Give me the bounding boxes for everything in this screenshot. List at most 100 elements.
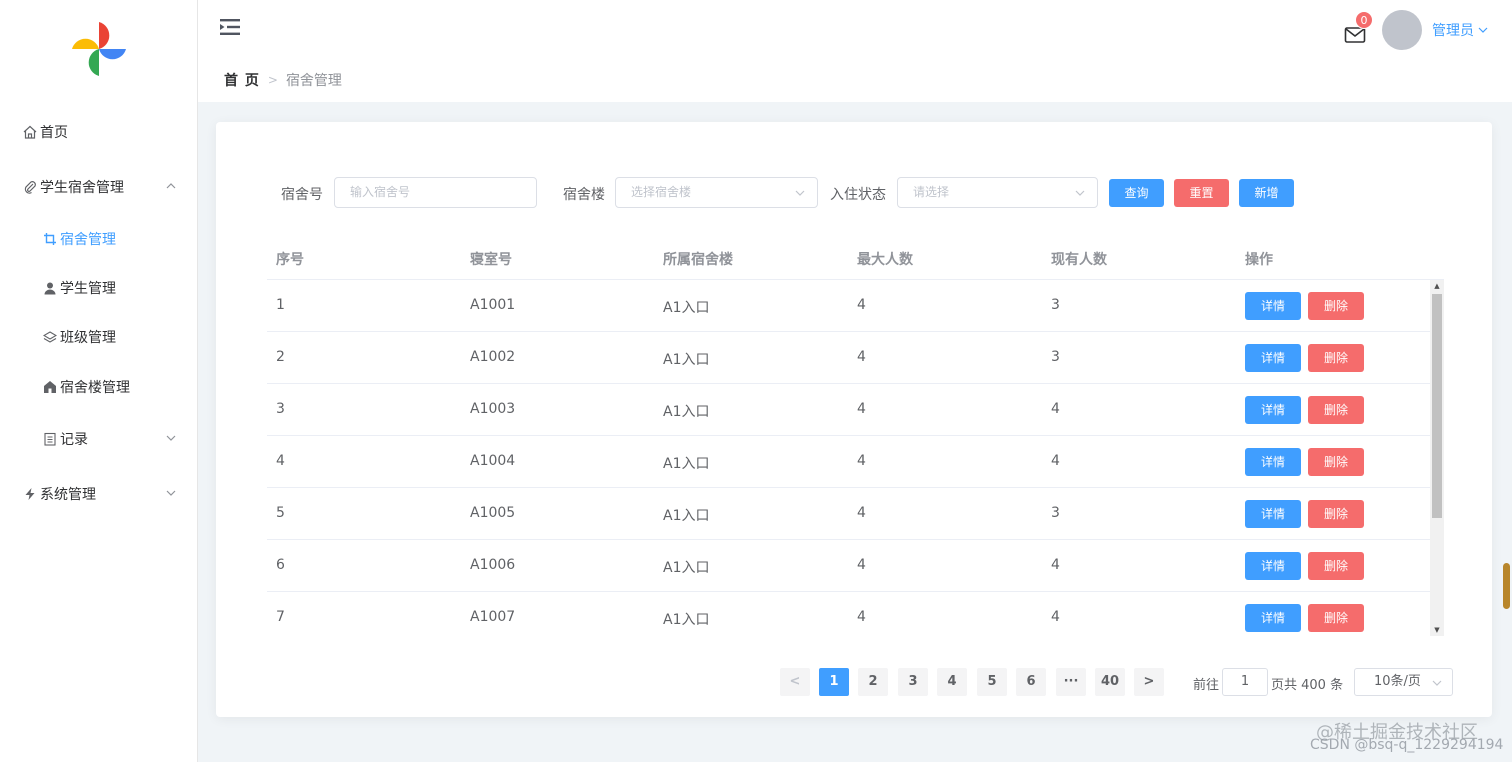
room-input[interactable]: 输入宿舍号 <box>334 177 537 208</box>
detail-button[interactable]: 详情 <box>1245 448 1301 476</box>
query-button[interactable]: 查询 <box>1109 179 1164 207</box>
table-cell: 4 <box>276 453 285 469</box>
goto-page-input[interactable]: 1 <box>1222 668 1268 696</box>
table-row: 3 A1003 A1入口 4 4 详情 删除 <box>267 384 1430 436</box>
delete-button[interactable]: 删除 <box>1308 396 1364 424</box>
column-header: 所属宿舍楼 <box>663 252 733 268</box>
user-dropdown[interactable]: 管理员 <box>1432 20 1488 40</box>
page-button[interactable]: 40 <box>1095 668 1125 696</box>
chevron-down-icon <box>1075 190 1085 196</box>
scroll-down-arrow[interactable]: ▼ <box>1433 626 1441 634</box>
delete-button[interactable]: 删除 <box>1308 552 1364 580</box>
page-size-select[interactable]: 10条/页 <box>1354 668 1453 696</box>
sidebar-item-label: 记录 <box>60 432 88 448</box>
notebook-icon <box>42 431 58 447</box>
table-cell: 6 <box>276 557 285 573</box>
detail-button[interactable]: 详情 <box>1245 500 1301 528</box>
room-label: 宿舍号 <box>281 187 323 203</box>
status-placeholder: 请选择 <box>913 185 950 199</box>
room-placeholder: 输入宿舍号 <box>350 185 411 199</box>
sidebar-item-classes[interactable]: 班级管理 <box>0 317 198 357</box>
table-cell: A1入口 <box>663 560 710 576</box>
table-header: 序号 寝室号 所属宿舍楼 最大人数 现有人数 操作 <box>267 236 1444 280</box>
lightning-icon <box>22 486 38 502</box>
table-cell: 3 <box>276 401 285 417</box>
table-cell: 4 <box>1051 401 1060 417</box>
sidebar-item-label: 宿舍楼管理 <box>60 380 130 396</box>
home-icon <box>22 124 38 140</box>
table-scrollbar[interactable]: ▲ ▼ <box>1430 280 1444 636</box>
table-cell: 4 <box>857 297 866 313</box>
page-button[interactable]: 5 <box>977 668 1007 696</box>
status-select[interactable]: 请选择 <box>897 177 1098 208</box>
chevron-down-icon <box>166 490 176 496</box>
detail-button[interactable]: 详情 <box>1245 552 1301 580</box>
table-cell: A1入口 <box>663 404 710 420</box>
sidebar-item-home[interactable]: 首页 <box>0 112 198 152</box>
delete-button[interactable]: 删除 <box>1308 448 1364 476</box>
chevron-down-icon <box>795 190 805 196</box>
chevron-down-icon <box>1432 680 1442 686</box>
sidebar-item-system[interactable]: 系统管理 <box>0 474 198 514</box>
scrollbar-thumb[interactable] <box>1432 294 1442 518</box>
sidebar-item-label: 学生宿舍管理 <box>40 180 124 196</box>
pinwheel-logo <box>72 22 126 76</box>
sidebar-item-label: 宿舍管理 <box>60 232 116 248</box>
reset-button[interactable]: 重置 <box>1174 179 1229 207</box>
scroll-up-arrow[interactable]: ▲ <box>1433 282 1441 290</box>
page-size-value: 10条/页 <box>1374 674 1421 689</box>
table-cell: 4 <box>857 401 866 417</box>
sidebar-item-buildings[interactable]: 宿舍楼管理 <box>0 367 198 407</box>
table-cell: 4 <box>1051 557 1060 573</box>
chevron-down-icon <box>166 435 176 441</box>
goto-label: 前往 <box>1193 678 1220 693</box>
detail-button[interactable]: 详情 <box>1245 344 1301 372</box>
breadcrumb: 首 页 > 宿舍管理 <box>224 70 342 90</box>
table-body: 1 A1001 A1入口 4 3 详情 删除 2 A1002 A1入口 4 3 详情 删除 3 A1003 A1… <box>267 280 1430 636</box>
column-header: 操作 <box>1245 252 1273 268</box>
table-cell: A1005 <box>470 505 516 521</box>
sidebar: 首页 学生宿舍管理 宿舍管理 学生管理 班级管理 宿舍楼管理 记录 系统管理 <box>0 0 198 762</box>
sidebar-item-records[interactable]: 记录 <box>0 419 198 459</box>
page-button[interactable]: 4 <box>937 668 967 696</box>
table-cell: A1001 <box>470 297 516 313</box>
table-cell: A1003 <box>470 401 516 417</box>
sidebar-item-label: 班级管理 <box>60 330 116 346</box>
delete-button[interactable]: 删除 <box>1308 500 1364 528</box>
watermark: CSDN @bsq-q_1229294194 <box>1310 737 1504 753</box>
user-icon <box>42 280 58 296</box>
page-button[interactable]: 3 <box>898 668 928 696</box>
page-button[interactable]: 1 <box>819 668 849 696</box>
dorm-table: 序号 寝室号 所属宿舍楼 最大人数 现有人数 操作 1 A1001 A1入口 4 3 详情… <box>267 236 1444 636</box>
sidebar-item-students[interactable]: 学生管理 <box>0 268 198 308</box>
top-header: 首 页 > 宿舍管理 0 管理员 <box>198 0 1512 102</box>
delete-button[interactable]: 删除 <box>1308 292 1364 320</box>
sidebar-item-label: 学生管理 <box>60 281 116 297</box>
prev-page-button[interactable]: < <box>780 668 810 696</box>
status-label: 入住状态 <box>830 187 886 203</box>
total-count: 页共 400 条 <box>1271 678 1344 693</box>
more-pages-button[interactable]: ··· <box>1056 668 1086 696</box>
table-cell: 4 <box>1051 609 1060 625</box>
avatar[interactable] <box>1382 10 1422 50</box>
page-button[interactable]: 2 <box>858 668 888 696</box>
detail-button[interactable]: 详情 <box>1245 604 1301 632</box>
sidebar-item-dorm-group[interactable]: 学生宿舍管理 <box>0 167 198 207</box>
next-page-button[interactable]: > <box>1134 668 1164 696</box>
table-cell: 4 <box>857 609 866 625</box>
menu-fold-icon[interactable] <box>220 18 240 36</box>
page-button[interactable]: 6 <box>1016 668 1046 696</box>
delete-button[interactable]: 删除 <box>1308 344 1364 372</box>
breadcrumb-home[interactable]: 首 页 <box>224 70 260 90</box>
detail-button[interactable]: 详情 <box>1245 396 1301 424</box>
chevron-up-icon <box>166 183 176 189</box>
building-select[interactable]: 选择宿舍楼 <box>615 177 818 208</box>
add-button[interactable]: 新增 <box>1239 179 1294 207</box>
sidebar-item-dorm[interactable]: 宿舍管理 <box>0 219 198 259</box>
table-cell: 5 <box>276 505 285 521</box>
detail-button[interactable]: 详情 <box>1245 292 1301 320</box>
side-drawer-handle[interactable] <box>1503 563 1510 609</box>
delete-button[interactable]: 删除 <box>1308 604 1364 632</box>
building-placeholder: 选择宿舍楼 <box>631 185 692 199</box>
table-row: 4 A1004 A1入口 4 4 详情 删除 <box>267 436 1430 488</box>
